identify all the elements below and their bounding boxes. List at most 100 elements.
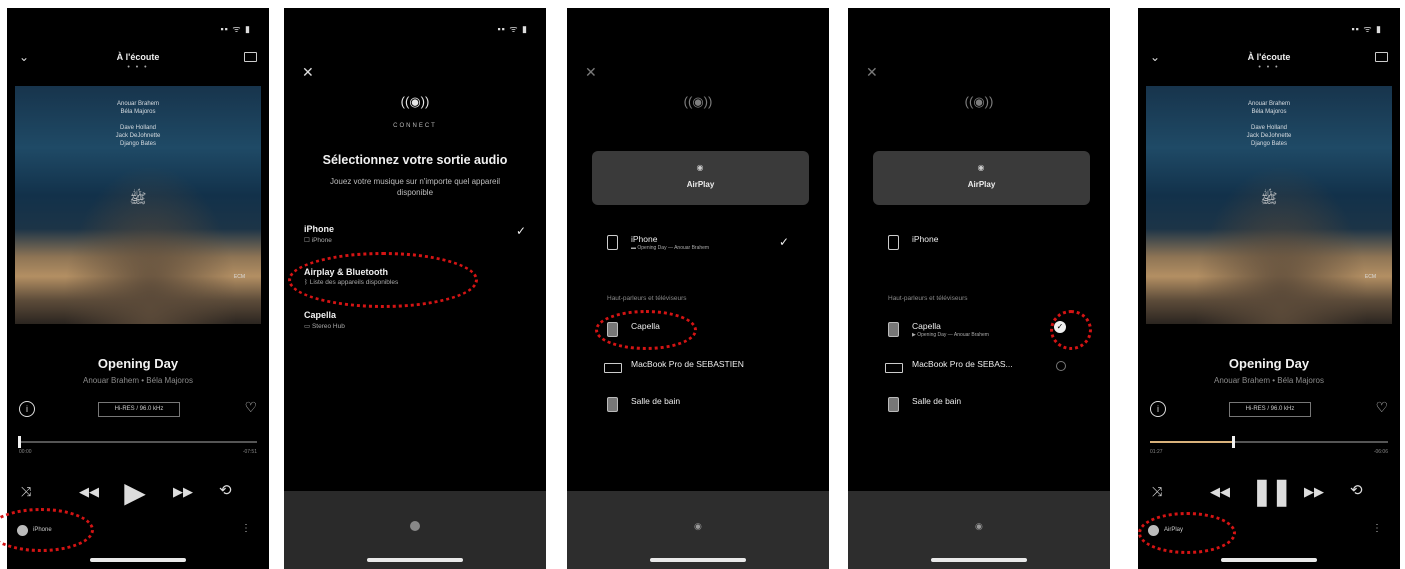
page-dots: • • • [1258,64,1280,71]
airplay-icon: ◉ [696,163,704,172]
device-salle-de-bain[interactable]: Salle de bain [888,395,1080,415]
more-icon[interactable]: ⋮ [241,523,251,534]
track-artists[interactable]: Anouar Brahem • Béla Majoros [1138,376,1400,385]
time-remaining: -07:51 [242,449,257,455]
device-salle-de-bain[interactable]: Salle de bain [607,395,799,415]
home-indicator [367,558,463,562]
player-header: ⌄ À l'écoute • • • [7,48,269,78]
shuffle-icon[interactable]: ⤨ [21,484,31,500]
airplay-label: AirPlay [686,180,715,189]
status-bar: ▪▪ ᯤ ▮ [220,24,251,34]
heart-icon[interactable]: ♡ [244,399,257,416]
highlight-output-airplay [1138,512,1236,554]
speaker-icon [888,322,899,337]
check-icon: ✓ [778,235,789,249]
airplay-screen: ✕ ((◉)) ◉ AirPlay iPhone ▬ Opening Day —… [567,8,829,569]
cast-icon[interactable] [244,52,257,62]
page-dots: • • • [127,64,149,71]
home-indicator [1221,558,1317,562]
check-icon: ✓ [515,224,526,238]
cover-credits: Anouar Brahem Béla Majoros Dave Holland Ja… [1246,101,1292,147]
player-screen-iphone: ▪▪ ᯤ ▮ ⌄ À l'écoute • • • Anouar Brahem B… [7,8,269,569]
track-title: Opening Day [1228,356,1310,371]
shuffle-icon[interactable]: ⤨ [1152,484,1162,500]
connect-wordmark: CONNECT [393,123,437,129]
info-icon[interactable]: i [19,401,35,417]
cover-label-badge: ECM [233,274,245,280]
airplay-header: ◉ AirPlay [873,151,1090,205]
cover-calligraphy-logo: ﷺ [1260,190,1278,206]
connect-logo-icon: ((◉)) [683,94,713,109]
play-icon[interactable]: ▶ [120,476,150,509]
connect-logo-icon: ((◉)) [400,94,430,109]
status-bar: ▪▪ ᯤ ▮ [497,24,528,34]
cover-credits: Anouar Brahem Béla Majoros Dave Holland Ja… [115,101,161,147]
speaker-icon [607,397,618,412]
device-iphone[interactable]: iPhone [888,233,1080,253]
next-icon[interactable]: ▶▶ [173,484,193,500]
home-indicator [650,558,746,562]
more-icon[interactable]: ⋮ [1372,523,1382,534]
cover-calligraphy-logo: ﷺ [129,190,147,206]
home-indicator [90,558,186,562]
highlight-capella-check [1050,310,1092,350]
device-macbook[interactable]: MacBook Pro de SEBASTIEN [604,358,799,378]
player-screen-airplay: ▪▪ ᯤ ▮ ⌄ À l'écoute • • • Anouar Brahem B… [1138,8,1400,569]
speaker-icon [888,397,899,412]
track-artists[interactable]: Anouar Brahem • Béla Majoros [7,376,269,385]
device-macbook[interactable]: MacBook Pro de SEBAS... [885,358,1080,378]
previous-icon[interactable]: ◀◀ [79,484,99,500]
progress-bar[interactable] [18,436,257,448]
quality-badge: Hi-RES / 96.0 kHz [1229,402,1311,417]
progress-bar[interactable] [1150,436,1388,448]
home-indicator [931,558,1027,562]
phone-icon [607,235,618,250]
highlight-capella [595,310,697,350]
laptop-icon [885,363,903,373]
progress-knob[interactable] [18,436,21,448]
playback-controls: ⤨ ◀◀ ▶ ▶▶ ⟲ [7,476,269,509]
status-bar: ▪▪ ᯤ ▮ [1351,24,1382,34]
heart-icon[interactable]: ♡ [1375,399,1388,416]
info-icon[interactable]: i [1150,401,1166,417]
sheet-title: Sélectionnez votre sortie audio [322,153,508,167]
time-elapsed: 00:00 [19,449,32,455]
close-icon[interactable]: ✕ [302,64,314,81]
airplay-icon [410,521,420,531]
airplay-header: ◉ AirPlay [592,151,809,205]
section-header: Haut-parleurs et téléviseurs [888,295,968,302]
pause-icon[interactable]: ❚❚ [1251,476,1293,507]
playback-controls: ⤨ ◀◀ ❚❚ ▶▶ ⟲ [1138,476,1400,508]
previous-icon[interactable]: ◀◀ [1210,484,1230,500]
sheet-subtitle: Jouez votre musique sur n'importe quel a… [329,177,501,197]
unselected-ring-icon [1056,361,1066,371]
album-cover: Anouar Brahem Béla Majoros Dave Holland Ja… [1146,86,1392,324]
header-title: À l'écoute [116,52,160,62]
airplay-icon: ◉ [975,521,983,531]
progress-knob[interactable] [1232,436,1236,448]
cast-icon[interactable] [1375,52,1388,62]
repeat-icon[interactable]: ⟲ [219,481,232,499]
time-elapsed: 01:27 [1150,449,1163,455]
option-capella[interactable]: Capella ▭ Stereo Hub [304,310,526,330]
close-icon: ✕ [866,64,878,80]
connect-logo-icon: ((◉)) [964,94,994,109]
track-title: Opening Day [97,356,179,371]
phone-icon [888,235,899,250]
header-title: À l'écoute [1247,52,1291,62]
close-icon: ✕ [585,64,597,80]
cover-label-badge: ECM [1364,274,1376,280]
next-icon[interactable]: ▶▶ [1304,484,1324,500]
highlight-airplay-bluetooth [288,252,478,308]
time-remaining: -06:06 [1373,449,1388,455]
device-iphone[interactable]: iPhone ▬ Opening Day — Anouar Brahem ✓ [607,233,799,253]
repeat-icon[interactable]: ⟲ [1350,481,1363,499]
progress-fill [1150,441,1234,443]
airplay-screen-capella-selected: ✕ ((◉)) ◉ AirPlay iPhone Haut-parleurs e… [848,8,1110,569]
player-header: ⌄ À l'écoute • • • [1138,48,1400,78]
option-iphone[interactable]: iPhone ☐ iPhone ✓ [304,224,526,244]
section-header: Haut-parleurs et téléviseurs [607,295,687,302]
airplay-label: AirPlay [967,180,996,189]
airplay-icon: ◉ [694,521,702,531]
laptop-icon [604,363,622,373]
